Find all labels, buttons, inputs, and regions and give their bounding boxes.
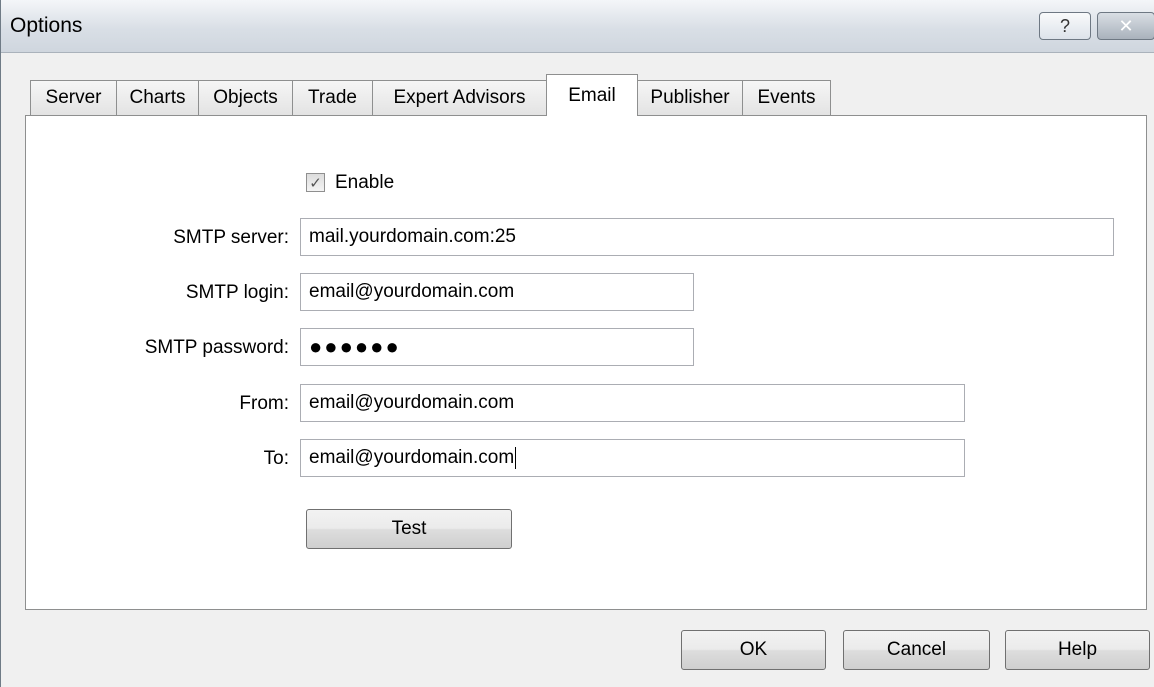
- enable-checkbox[interactable]: ✓: [306, 173, 325, 192]
- tab-expert-advisors[interactable]: Expert Advisors: [372, 80, 547, 115]
- title-bar: Options ? ✕: [1, 0, 1154, 53]
- smtp-password-input[interactable]: ●●●●●●: [300, 328, 694, 366]
- to-label: To:: [263, 448, 289, 469]
- tab-trade[interactable]: Trade: [292, 80, 373, 115]
- tab-objects[interactable]: Objects: [198, 80, 293, 115]
- tab-charts[interactable]: Charts: [116, 80, 199, 115]
- tab-server[interactable]: Server: [30, 80, 117, 115]
- help-button[interactable]: Help: [1005, 630, 1150, 670]
- smtp-login-label: SMTP login:: [185, 282, 289, 303]
- to-value: email@yourdomain.com: [309, 447, 515, 468]
- smtp-password-label: SMTP password:: [144, 337, 289, 358]
- smtp-server-value: mail.yourdomain.com:25: [309, 226, 516, 247]
- test-button[interactable]: Test: [306, 509, 512, 549]
- dialog-title: Options: [10, 14, 83, 37]
- from-label: From:: [239, 393, 289, 414]
- smtp-login-input[interactable]: email@yourdomain.com: [300, 273, 694, 311]
- ok-button[interactable]: OK: [681, 630, 826, 670]
- smtp-login-value: email@yourdomain.com: [309, 281, 515, 302]
- enable-label[interactable]: Enable: [335, 172, 394, 194]
- tab-publisher[interactable]: Publisher: [637, 80, 743, 115]
- tab-events[interactable]: Events: [742, 80, 831, 115]
- smtp-server-input[interactable]: mail.yourdomain.com:25: [300, 218, 1114, 256]
- tab-email[interactable]: Email: [546, 74, 638, 116]
- close-icon[interactable]: ✕: [1097, 12, 1154, 40]
- from-input[interactable]: email@yourdomain.com: [300, 384, 965, 422]
- text-caret: [515, 447, 517, 469]
- from-value: email@yourdomain.com: [309, 392, 515, 413]
- checkmark-icon: ✓: [309, 174, 322, 192]
- to-input[interactable]: email@yourdomain.com: [300, 439, 965, 477]
- options-dialog: Options ? ✕ Server Charts Objects Trade …: [0, 0, 1154, 687]
- smtp-server-label: SMTP server:: [173, 227, 289, 248]
- cancel-button[interactable]: Cancel: [843, 630, 990, 670]
- smtp-password-value: ●●●●●●: [309, 334, 401, 359]
- help-icon[interactable]: ?: [1039, 12, 1091, 40]
